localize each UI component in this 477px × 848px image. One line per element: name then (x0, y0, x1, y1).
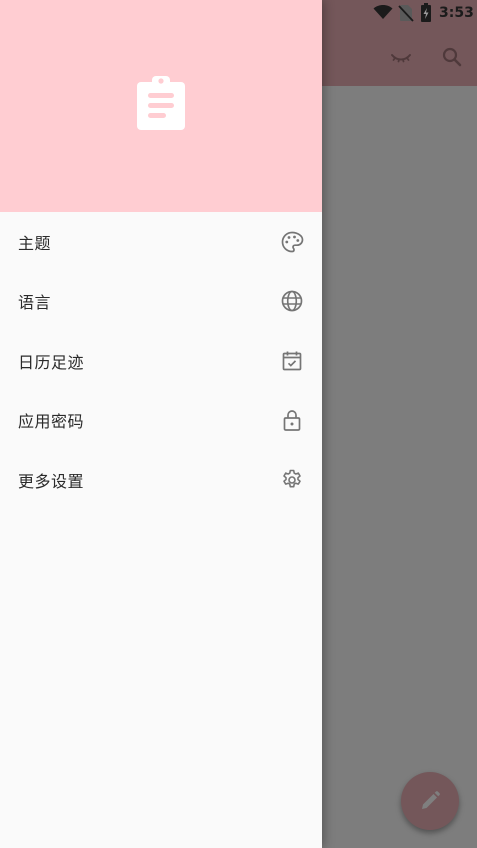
menu-item-label: 语言 (18, 293, 52, 313)
wifi-icon (373, 4, 393, 24)
menu-item-theme[interactable]: 主题 (0, 212, 322, 272)
menu-item-calendar-footprint[interactable]: 日历足迹 (0, 331, 322, 391)
palette-icon (280, 230, 304, 254)
clipboard-logo-icon (135, 76, 187, 136)
navigation-drawer: 主题 语言 日历足迹 应用密码 更多设置 (0, 0, 322, 848)
drawer-header (0, 0, 322, 212)
menu-item-label: 主题 (18, 233, 52, 253)
menu-item-label: 更多设置 (18, 471, 85, 491)
globe-icon (280, 289, 304, 313)
status-time: 3:53 (439, 5, 474, 21)
menu-item-label: 应用密码 (18, 412, 85, 432)
menu-item-more-settings[interactable]: 更多设置 (0, 450, 322, 510)
gear-icon (280, 468, 304, 492)
drawer-menu: 主题 语言 日历足迹 应用密码 更多设置 (0, 212, 322, 510)
menu-item-app-password[interactable]: 应用密码 (0, 391, 322, 451)
calendar-check-icon (280, 349, 304, 373)
lock-icon (280, 408, 304, 432)
no-sim-icon (398, 4, 414, 26)
menu-item-label: 日历足迹 (18, 352, 85, 372)
battery-charging-icon (420, 3, 432, 27)
menu-item-language[interactable]: 语言 (0, 272, 322, 332)
